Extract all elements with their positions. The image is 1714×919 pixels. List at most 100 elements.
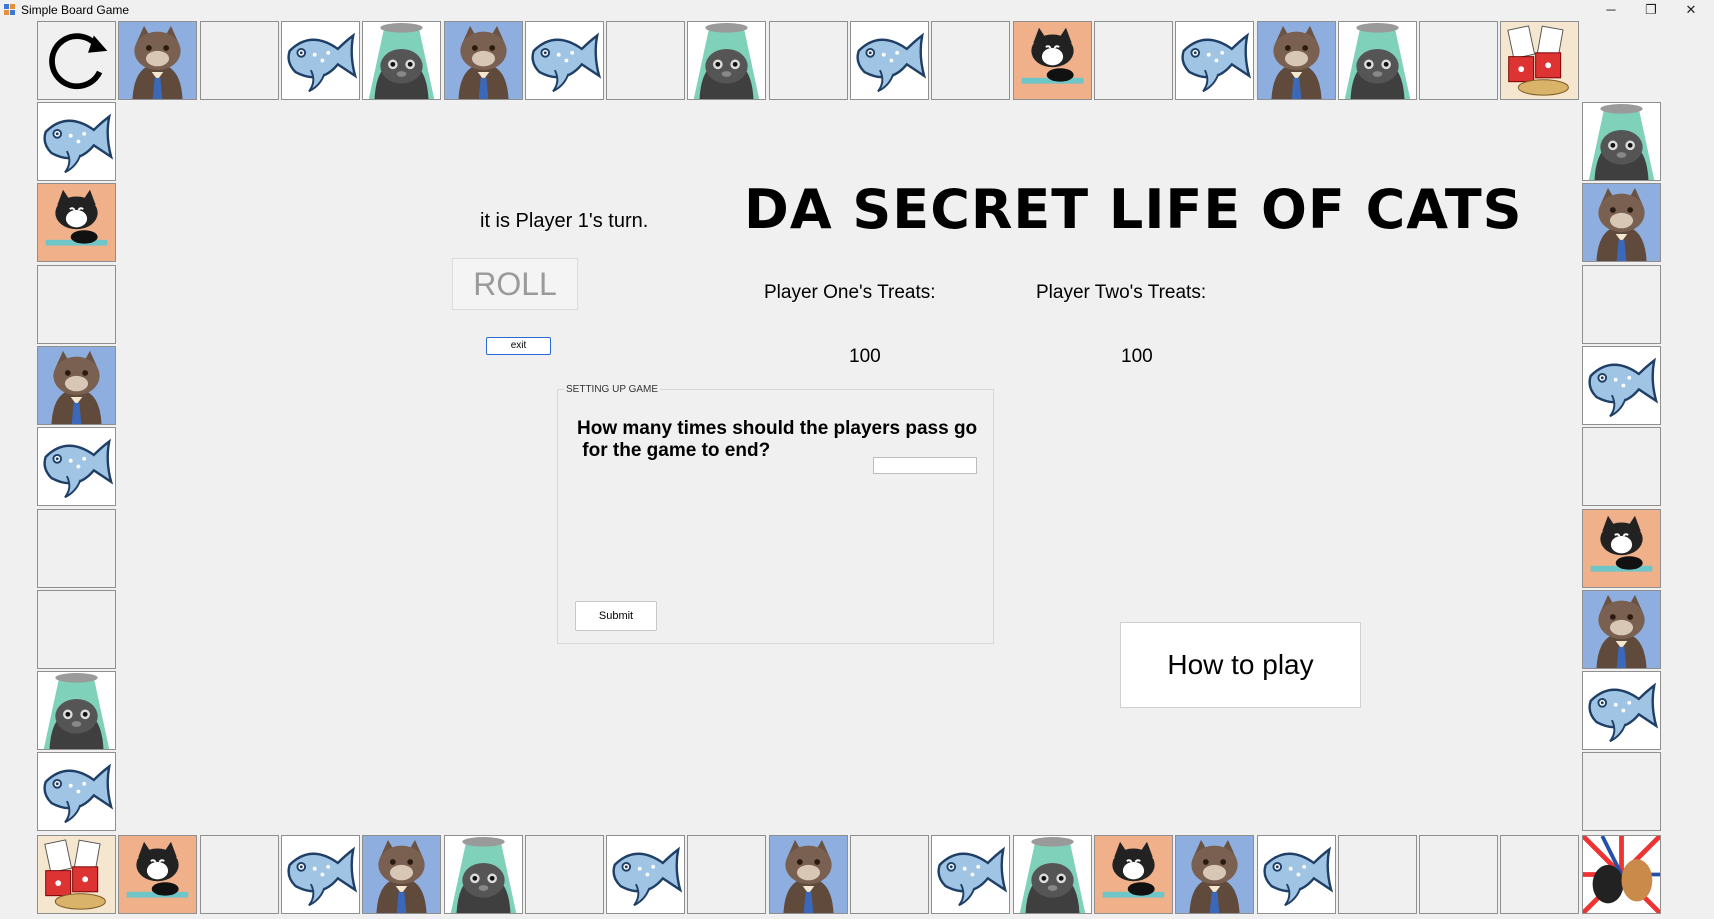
- board-tile-top-5: [443, 21, 523, 100]
- tuxedo-cat-icon: [1013, 22, 1091, 99]
- fight-icon: [1582, 836, 1660, 913]
- fish-icon: [281, 22, 359, 99]
- cat-tie-icon: [1583, 590, 1660, 668]
- ufo-cat-icon: [1338, 22, 1416, 99]
- board-tile-right-2: [1582, 264, 1661, 344]
- cat-tie-icon: [1583, 184, 1660, 262]
- casino-icon: [1501, 22, 1579, 99]
- board-tile-right-3: [1582, 345, 1661, 425]
- fish-icon: [1583, 346, 1660, 424]
- board-tile-top-9: [768, 21, 848, 100]
- how-to-play-button[interactable]: How to play: [1120, 622, 1361, 708]
- tuxedo-cat-icon: [1583, 509, 1660, 587]
- board-tile-top-18: [1500, 21, 1580, 100]
- fish-icon: [281, 836, 359, 913]
- board-tile-top-8: [687, 21, 767, 100]
- board-tile-right-4: [1582, 427, 1661, 507]
- board-tile-left-8: [37, 752, 116, 832]
- go-icon: [49, 33, 108, 90]
- board-tile-left-3: [37, 345, 116, 425]
- board-tile-bottom-11: [931, 835, 1011, 914]
- turn-indicator: it is Player 1's turn.: [480, 210, 649, 232]
- board-tile-top-14: [1175, 21, 1255, 100]
- board-tile-bottom-0: [37, 835, 116, 914]
- board-tile-bottom-18: [1500, 835, 1580, 914]
- board-tile-top-1: [118, 21, 198, 100]
- fish-icon: [851, 22, 928, 99]
- tuxedo-cat-icon: [119, 836, 197, 913]
- board-tile-top-13: [1093, 21, 1173, 100]
- cat-tie-icon: [38, 346, 115, 424]
- board-tile-top-10: [850, 21, 929, 100]
- board-tile-left-6: [37, 589, 116, 669]
- player-two-treats-label: Player Two's Treats:: [1036, 282, 1207, 303]
- board-tile-bottom-7: [606, 835, 686, 914]
- board-tile-bottom-14: [1175, 835, 1255, 914]
- board-tile-bottom-15: [1256, 835, 1336, 914]
- board-tile-left-4: [37, 427, 116, 507]
- roll-button[interactable]: ROLL: [452, 258, 578, 310]
- ufo-cat-icon: [38, 672, 115, 750]
- fish-icon: [525, 22, 603, 99]
- board-tile-right-8: [1582, 752, 1661, 832]
- fish-icon: [38, 428, 115, 506]
- cat-tie-icon: [363, 836, 441, 913]
- submit-button[interactable]: Submit: [575, 601, 657, 631]
- board-tile-top-17: [1419, 21, 1499, 100]
- board-tile-top-2: [199, 21, 279, 100]
- board-tile-left-0: [37, 102, 116, 181]
- board-tile-left-5: [37, 508, 116, 588]
- board-tile-bottom-6: [524, 835, 604, 914]
- setup-question-line1: How many times should the players pass g…: [577, 418, 978, 439]
- cat-tie-icon: [1257, 22, 1335, 99]
- board-tile-bottom-1: [118, 835, 198, 914]
- board-tile-top-3: [280, 21, 360, 100]
- fish-icon: [607, 836, 685, 913]
- board-tile-bottom-19: [1581, 835, 1661, 914]
- board-tile-bottom-13: [1093, 835, 1173, 914]
- pass-go-count-input[interactable]: [873, 457, 977, 474]
- player-one-treats-value: 100: [849, 346, 881, 367]
- setup-question-line2: for the game to end?: [577, 440, 771, 461]
- board-tile-right-1: [1582, 183, 1661, 263]
- casino-icon: [38, 836, 115, 913]
- fish-icon: [932, 836, 1010, 913]
- cat-tie-icon: [444, 22, 522, 99]
- board-tile-bottom-12: [1012, 835, 1092, 914]
- game-title: DA SECRET LIFE OF CATS: [744, 178, 1523, 241]
- ufo-cat-icon: [444, 836, 522, 913]
- exit-button[interactable]: exit: [486, 337, 551, 355]
- tuxedo-cat-icon: [1094, 836, 1172, 913]
- tuxedo-cat-icon: [38, 184, 115, 262]
- board-tile-bottom-2: [199, 835, 279, 914]
- board-tile-left-2: [37, 264, 116, 344]
- board-tile-left-1: [37, 183, 116, 263]
- board-tile-right-5: [1582, 508, 1661, 588]
- board-tile-top-4: [362, 21, 442, 100]
- ufo-cat-icon: [1013, 836, 1091, 913]
- board-tile-top-7: [606, 21, 686, 100]
- board-tile-right-6: [1582, 589, 1661, 669]
- board-tile-top-15: [1256, 21, 1336, 100]
- board-tile-bottom-10: [850, 835, 929, 914]
- fish-icon: [1257, 836, 1335, 913]
- board-tile-bottom-3: [280, 835, 360, 914]
- board-tile-top-0: [37, 21, 116, 100]
- cat-tie-icon: [119, 22, 197, 99]
- player-one-treats-label: Player One's Treats:: [764, 282, 936, 303]
- board-tile-bottom-17: [1419, 835, 1499, 914]
- fish-icon: [1176, 22, 1254, 99]
- board-tile-bottom-5: [443, 835, 523, 914]
- ufo-cat-icon: [1583, 103, 1660, 180]
- board-tile-right-0: [1582, 102, 1661, 181]
- board-tile-top-11: [931, 21, 1011, 100]
- board-tile-bottom-4: [362, 835, 442, 914]
- board-tile-bottom-9: [768, 835, 848, 914]
- cat-tie-icon: [1176, 836, 1254, 913]
- player-two-treats-value: 100: [1121, 346, 1153, 367]
- board-tile-bottom-16: [1337, 835, 1417, 914]
- cat-tie-icon: [769, 836, 847, 913]
- board-tile-top-12: [1012, 21, 1092, 100]
- setup-group-title: SETTING UP GAME: [564, 384, 661, 395]
- board-tile-top-16: [1337, 21, 1417, 100]
